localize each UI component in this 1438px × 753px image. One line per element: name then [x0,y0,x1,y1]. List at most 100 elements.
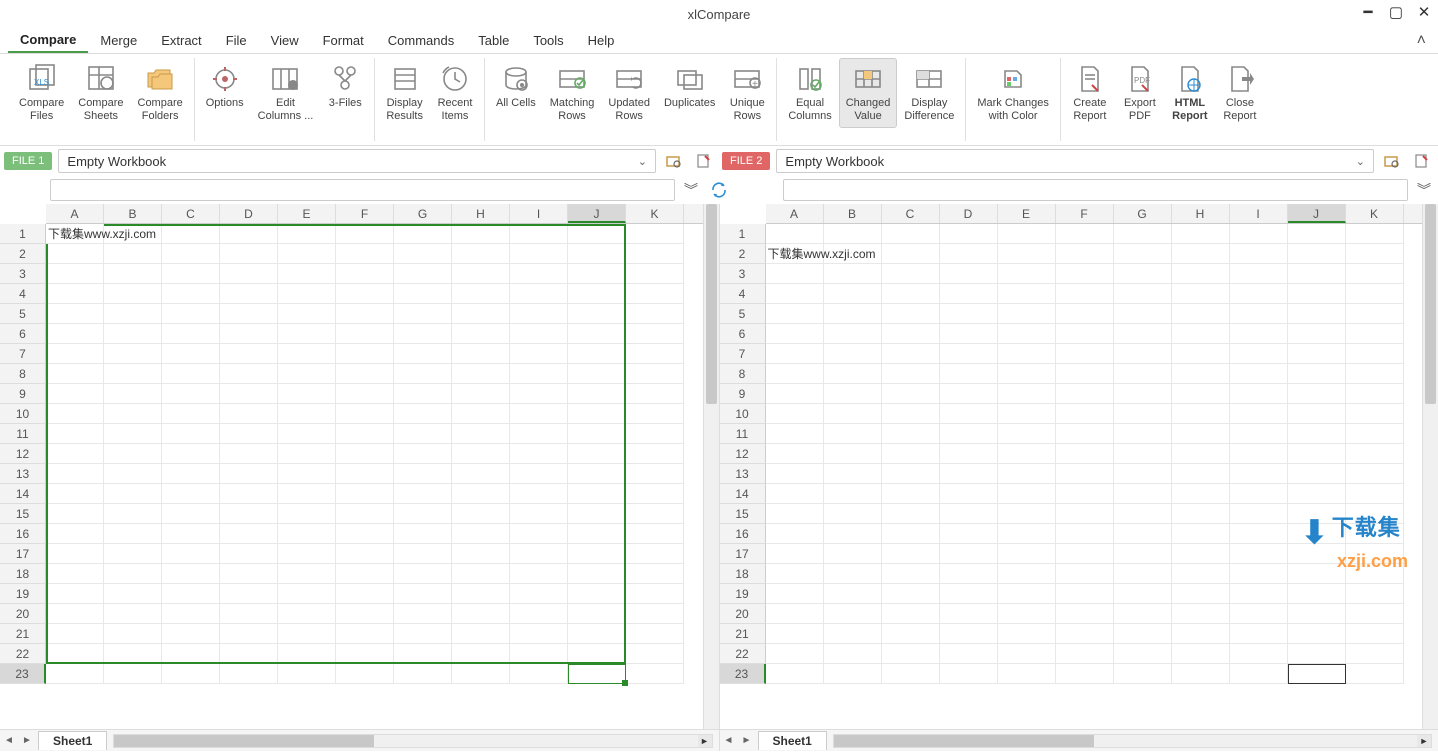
row-header-6[interactable]: 6 [0,324,46,344]
cell-B19[interactable] [104,584,162,604]
row-header-2[interactable]: 2 [0,244,46,264]
cell-E11[interactable] [998,424,1056,444]
row-header-7[interactable]: 7 [0,344,46,364]
cell-K16[interactable] [1346,524,1404,544]
formula-input-1[interactable] [50,179,675,201]
file1-edit-icon[interactable] [692,149,716,173]
cell-I9[interactable] [510,384,568,404]
cell-J21[interactable] [568,624,626,644]
hscrollbar-2[interactable]: ◄► [833,734,1432,748]
cell-D10[interactable] [940,404,998,424]
cell-B20[interactable] [104,604,162,624]
cell-A3[interactable] [46,264,104,284]
col-header-D[interactable]: D [940,204,998,223]
cell-G22[interactable] [394,644,452,664]
cell-I14[interactable] [1230,484,1288,504]
cell-I17[interactable] [1230,544,1288,564]
cell-H14[interactable] [452,484,510,504]
cell-H2[interactable] [452,244,510,264]
cell-C7[interactable] [162,344,220,364]
cell-F19[interactable] [1056,584,1114,604]
cell-B3[interactable] [824,264,882,284]
cell-G5[interactable] [1114,304,1172,324]
cell-K1[interactable] [1346,224,1404,244]
cell-A18[interactable] [46,564,104,584]
cell-J22[interactable] [1288,644,1346,664]
cell-K13[interactable] [626,464,684,484]
cell-F4[interactable] [336,284,394,304]
cell-H19[interactable] [452,584,510,604]
cell-I21[interactable] [1230,624,1288,644]
cell-I10[interactable] [510,404,568,424]
cell-K21[interactable] [1346,624,1404,644]
cell-G10[interactable] [394,404,452,424]
cell-H14[interactable] [1172,484,1230,504]
cell-H12[interactable] [1172,444,1230,464]
expand-formula-icon[interactable]: ︾ [681,180,701,200]
cell-J5[interactable] [1288,304,1346,324]
row-header-11[interactable]: 11 [720,424,766,444]
close-button[interactable]: ✕ [1414,2,1434,22]
cell-E19[interactable] [998,584,1056,604]
cell-G15[interactable] [1114,504,1172,524]
cell-E21[interactable] [998,624,1056,644]
cell-I12[interactable] [1230,444,1288,464]
cell-J11[interactable] [568,424,626,444]
cell-E21[interactable] [278,624,336,644]
cell-I12[interactable] [510,444,568,464]
row-header-16[interactable]: 16 [0,524,46,544]
ribbon-export-pdf[interactable]: PDFExport PDF [1115,58,1165,128]
cell-D3[interactable] [220,264,278,284]
cell-I20[interactable] [1230,604,1288,624]
cell-F9[interactable] [336,384,394,404]
cell-J20[interactable] [1288,604,1346,624]
cell-A3[interactable] [766,264,824,284]
cell-J2[interactable] [1288,244,1346,264]
row-header-21[interactable]: 21 [0,624,46,644]
cell-J16[interactable] [1288,524,1346,544]
cell-E5[interactable] [278,304,336,324]
cell-E20[interactable] [998,604,1056,624]
cell-A16[interactable] [766,524,824,544]
cell-A23[interactable] [46,664,104,684]
cell-A12[interactable] [46,444,104,464]
cell-D15[interactable] [220,504,278,524]
cell-J19[interactable] [1288,584,1346,604]
cell-B13[interactable] [824,464,882,484]
cell-C15[interactable] [162,504,220,524]
menu-table[interactable]: Table [466,29,521,52]
cell-H12[interactable] [452,444,510,464]
cell-F5[interactable] [1056,304,1114,324]
cell-D19[interactable] [940,584,998,604]
cell-H21[interactable] [452,624,510,644]
cell-I8[interactable] [510,364,568,384]
cell-C9[interactable] [162,384,220,404]
cell-F6[interactable] [336,324,394,344]
cell-A5[interactable] [766,304,824,324]
cell-B15[interactable] [824,504,882,524]
cell-A8[interactable] [766,364,824,384]
cell-A18[interactable] [766,564,824,584]
cell-C4[interactable] [882,284,940,304]
cell-K4[interactable] [626,284,684,304]
cell-A13[interactable] [46,464,104,484]
cell-I15[interactable] [1230,504,1288,524]
cell-D18[interactable] [940,564,998,584]
menu-file[interactable]: File [214,29,259,52]
ribbon-matching-rows[interactable]: Matching Rows [543,58,602,128]
row-header-3[interactable]: 3 [720,264,766,284]
cell-F7[interactable] [336,344,394,364]
row-header-15[interactable]: 15 [720,504,766,524]
cell-C4[interactable] [162,284,220,304]
cell-D12[interactable] [940,444,998,464]
cell-A13[interactable] [766,464,824,484]
cell-I21[interactable] [510,624,568,644]
row-header-10[interactable]: 10 [720,404,766,424]
cell-B4[interactable] [824,284,882,304]
cell-B21[interactable] [824,624,882,644]
cell-D11[interactable] [220,424,278,444]
col-header-K[interactable]: K [626,204,684,223]
cell-D2[interactable] [220,244,278,264]
cell-G18[interactable] [1114,564,1172,584]
row-header-10[interactable]: 10 [0,404,46,424]
